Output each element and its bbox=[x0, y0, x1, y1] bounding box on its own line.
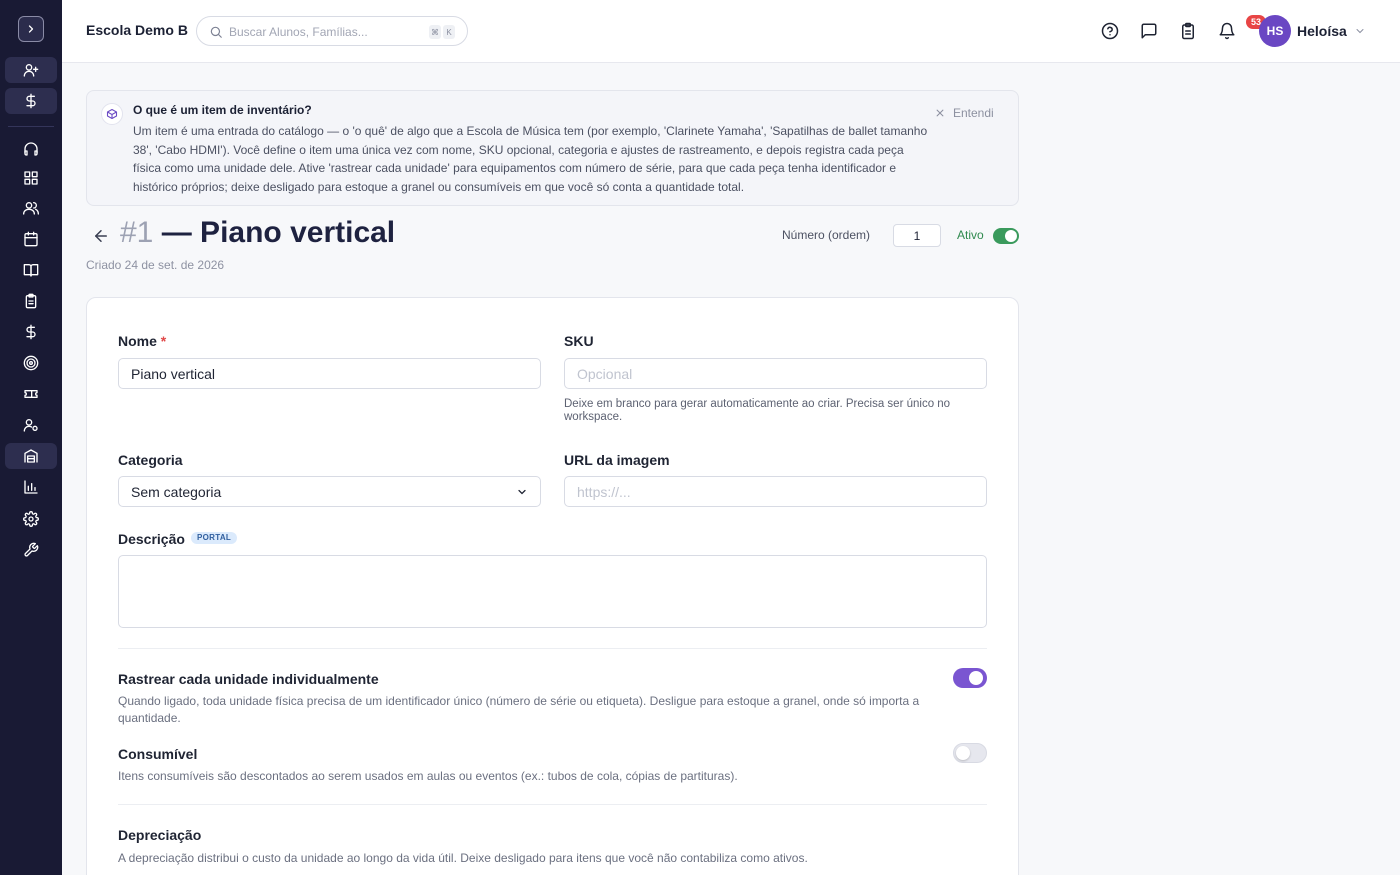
dollar-icon bbox=[26, 93, 36, 109]
sidebar-item-people[interactable] bbox=[5, 195, 57, 221]
active-toggle[interactable] bbox=[993, 228, 1019, 244]
consumable-title: Consumível bbox=[118, 746, 198, 762]
sidebar-item-tools[interactable] bbox=[5, 537, 57, 563]
dismiss-label: Entendi bbox=[953, 106, 994, 120]
messages-button[interactable] bbox=[1138, 20, 1160, 42]
close-icon bbox=[936, 109, 944, 117]
track-units-toggle[interactable] bbox=[953, 668, 987, 688]
inventory-icon bbox=[24, 449, 38, 463]
settings-icon bbox=[23, 511, 39, 527]
back-arrow-icon[interactable] bbox=[92, 227, 110, 245]
user-name[interactable]: Heloísa bbox=[1297, 23, 1347, 39]
message-icon bbox=[1141, 23, 1157, 39]
required-mark: * bbox=[160, 333, 167, 349]
clipboard-icon bbox=[25, 293, 37, 309]
order-label: Número (ordem) bbox=[782, 228, 871, 242]
image-url-field[interactable] bbox=[564, 476, 987, 507]
sidebar-item-settings[interactable] bbox=[5, 506, 57, 532]
help-button[interactable] bbox=[1099, 20, 1121, 42]
dollar-icon bbox=[26, 324, 36, 340]
shortcut-key: K bbox=[443, 25, 455, 39]
shortcut-key: ⌘ bbox=[429, 25, 441, 39]
notifications-button[interactable] bbox=[1216, 20, 1238, 42]
sidebar-item-billing[interactable] bbox=[5, 88, 57, 114]
sidebar-item-inventory[interactable] bbox=[5, 443, 57, 469]
sidebar-item-goals[interactable] bbox=[5, 350, 57, 376]
description-field[interactable] bbox=[118, 555, 987, 628]
help-icon bbox=[1101, 22, 1119, 40]
sidebar-item-lessons[interactable] bbox=[5, 257, 57, 283]
consumable-toggle[interactable] bbox=[953, 743, 987, 763]
sidebar-toggle-button[interactable] bbox=[18, 16, 44, 42]
dismiss-banner-button[interactable]: Entendi bbox=[935, 106, 994, 120]
image-url-label: URL da imagem bbox=[564, 452, 670, 468]
search-icon bbox=[210, 26, 222, 38]
order-input[interactable] bbox=[893, 224, 941, 247]
top-header: Escola Demo B ⌘ K 53 HS Heloísa bbox=[62, 0, 1400, 63]
consumable-desc: Itens consumíveis são descontados ao ser… bbox=[118, 769, 738, 783]
search-input[interactable] bbox=[229, 23, 419, 41]
banner-title: O que é um item de inventário? bbox=[133, 103, 312, 117]
target-icon bbox=[23, 355, 39, 371]
sidebar-item-add-student[interactable] bbox=[5, 57, 57, 83]
category-label: Categoria bbox=[118, 452, 183, 468]
sidebar-item-reports[interactable] bbox=[5, 474, 57, 500]
tasks-button[interactable] bbox=[1177, 20, 1199, 42]
chart-icon bbox=[24, 480, 38, 494]
users-icon bbox=[23, 202, 39, 215]
box-icon bbox=[101, 103, 123, 125]
name-label: Nome * bbox=[118, 333, 166, 349]
toggle-knob bbox=[1005, 230, 1017, 242]
sidebar bbox=[0, 0, 62, 875]
sidebar-item-tasks[interactable] bbox=[5, 288, 57, 314]
chevron-down-icon[interactable] bbox=[1354, 25, 1366, 37]
portal-badge: PORTAL bbox=[191, 532, 238, 544]
sidebar-item-finance[interactable] bbox=[5, 319, 57, 345]
sidebar-item-events[interactable] bbox=[5, 381, 57, 407]
add-user-icon bbox=[23, 63, 39, 77]
sku-help-text: Deixe em branco para gerar automaticamen… bbox=[564, 398, 951, 423]
toggle-knob bbox=[956, 746, 970, 760]
sidebar-item-support[interactable] bbox=[5, 136, 57, 162]
divider bbox=[118, 804, 987, 805]
user-settings-icon bbox=[23, 419, 38, 432]
active-label: Ativo bbox=[957, 228, 984, 242]
wrench-icon bbox=[24, 542, 39, 557]
item-name-title: — Piano vertical bbox=[161, 216, 396, 249]
bell-icon bbox=[1219, 22, 1235, 40]
track-units-desc: Quando ligado, toda unidade física preci… bbox=[118, 694, 920, 725]
depreciation-title: Depreciação bbox=[118, 827, 202, 843]
sidebar-item-dashboard[interactable] bbox=[5, 165, 57, 191]
calendar-icon bbox=[24, 231, 38, 247]
category-value: Sem categoria bbox=[131, 484, 222, 500]
depreciation-desc: A depreciação distribui o custo da unida… bbox=[118, 851, 808, 865]
school-name[interactable]: Escola Demo B bbox=[86, 22, 188, 38]
track-units-title: Rastrear cada unidade individualmente bbox=[118, 671, 379, 687]
page-title: #1 — Piano vertical bbox=[120, 216, 395, 250]
sidebar-item-calendar[interactable] bbox=[5, 226, 57, 252]
chevron-right-icon bbox=[28, 25, 34, 33]
divider bbox=[118, 648, 987, 649]
ticket-icon bbox=[24, 390, 38, 398]
banner-text: Um item é uma entrada do catálogo — o 'o… bbox=[133, 124, 928, 194]
name-field[interactable] bbox=[118, 358, 541, 389]
dashboard-icon bbox=[24, 171, 38, 185]
description-label: Descrição bbox=[118, 531, 185, 547]
sku-field[interactable] bbox=[564, 358, 987, 389]
avatar[interactable]: HS bbox=[1259, 15, 1291, 47]
chevron-down-icon bbox=[518, 489, 526, 495]
category-select[interactable]: Sem categoria bbox=[118, 476, 541, 507]
sidebar-item-staff[interactable] bbox=[5, 412, 57, 438]
book-icon bbox=[23, 264, 39, 277]
sidebar-divider bbox=[8, 126, 54, 127]
search-box[interactable]: ⌘ K bbox=[196, 16, 468, 46]
headset-icon bbox=[24, 142, 38, 156]
info-banner: O que é um item de inventário? Um item é… bbox=[86, 90, 1019, 206]
created-date: Criado 24 de set. de 2026 bbox=[86, 258, 225, 272]
toggle-knob bbox=[969, 671, 983, 685]
name-label-text: Nome bbox=[118, 333, 157, 349]
sku-label: SKU bbox=[564, 333, 594, 349]
item-number: #1 bbox=[120, 216, 154, 249]
clipboard-check-icon bbox=[1182, 22, 1194, 40]
